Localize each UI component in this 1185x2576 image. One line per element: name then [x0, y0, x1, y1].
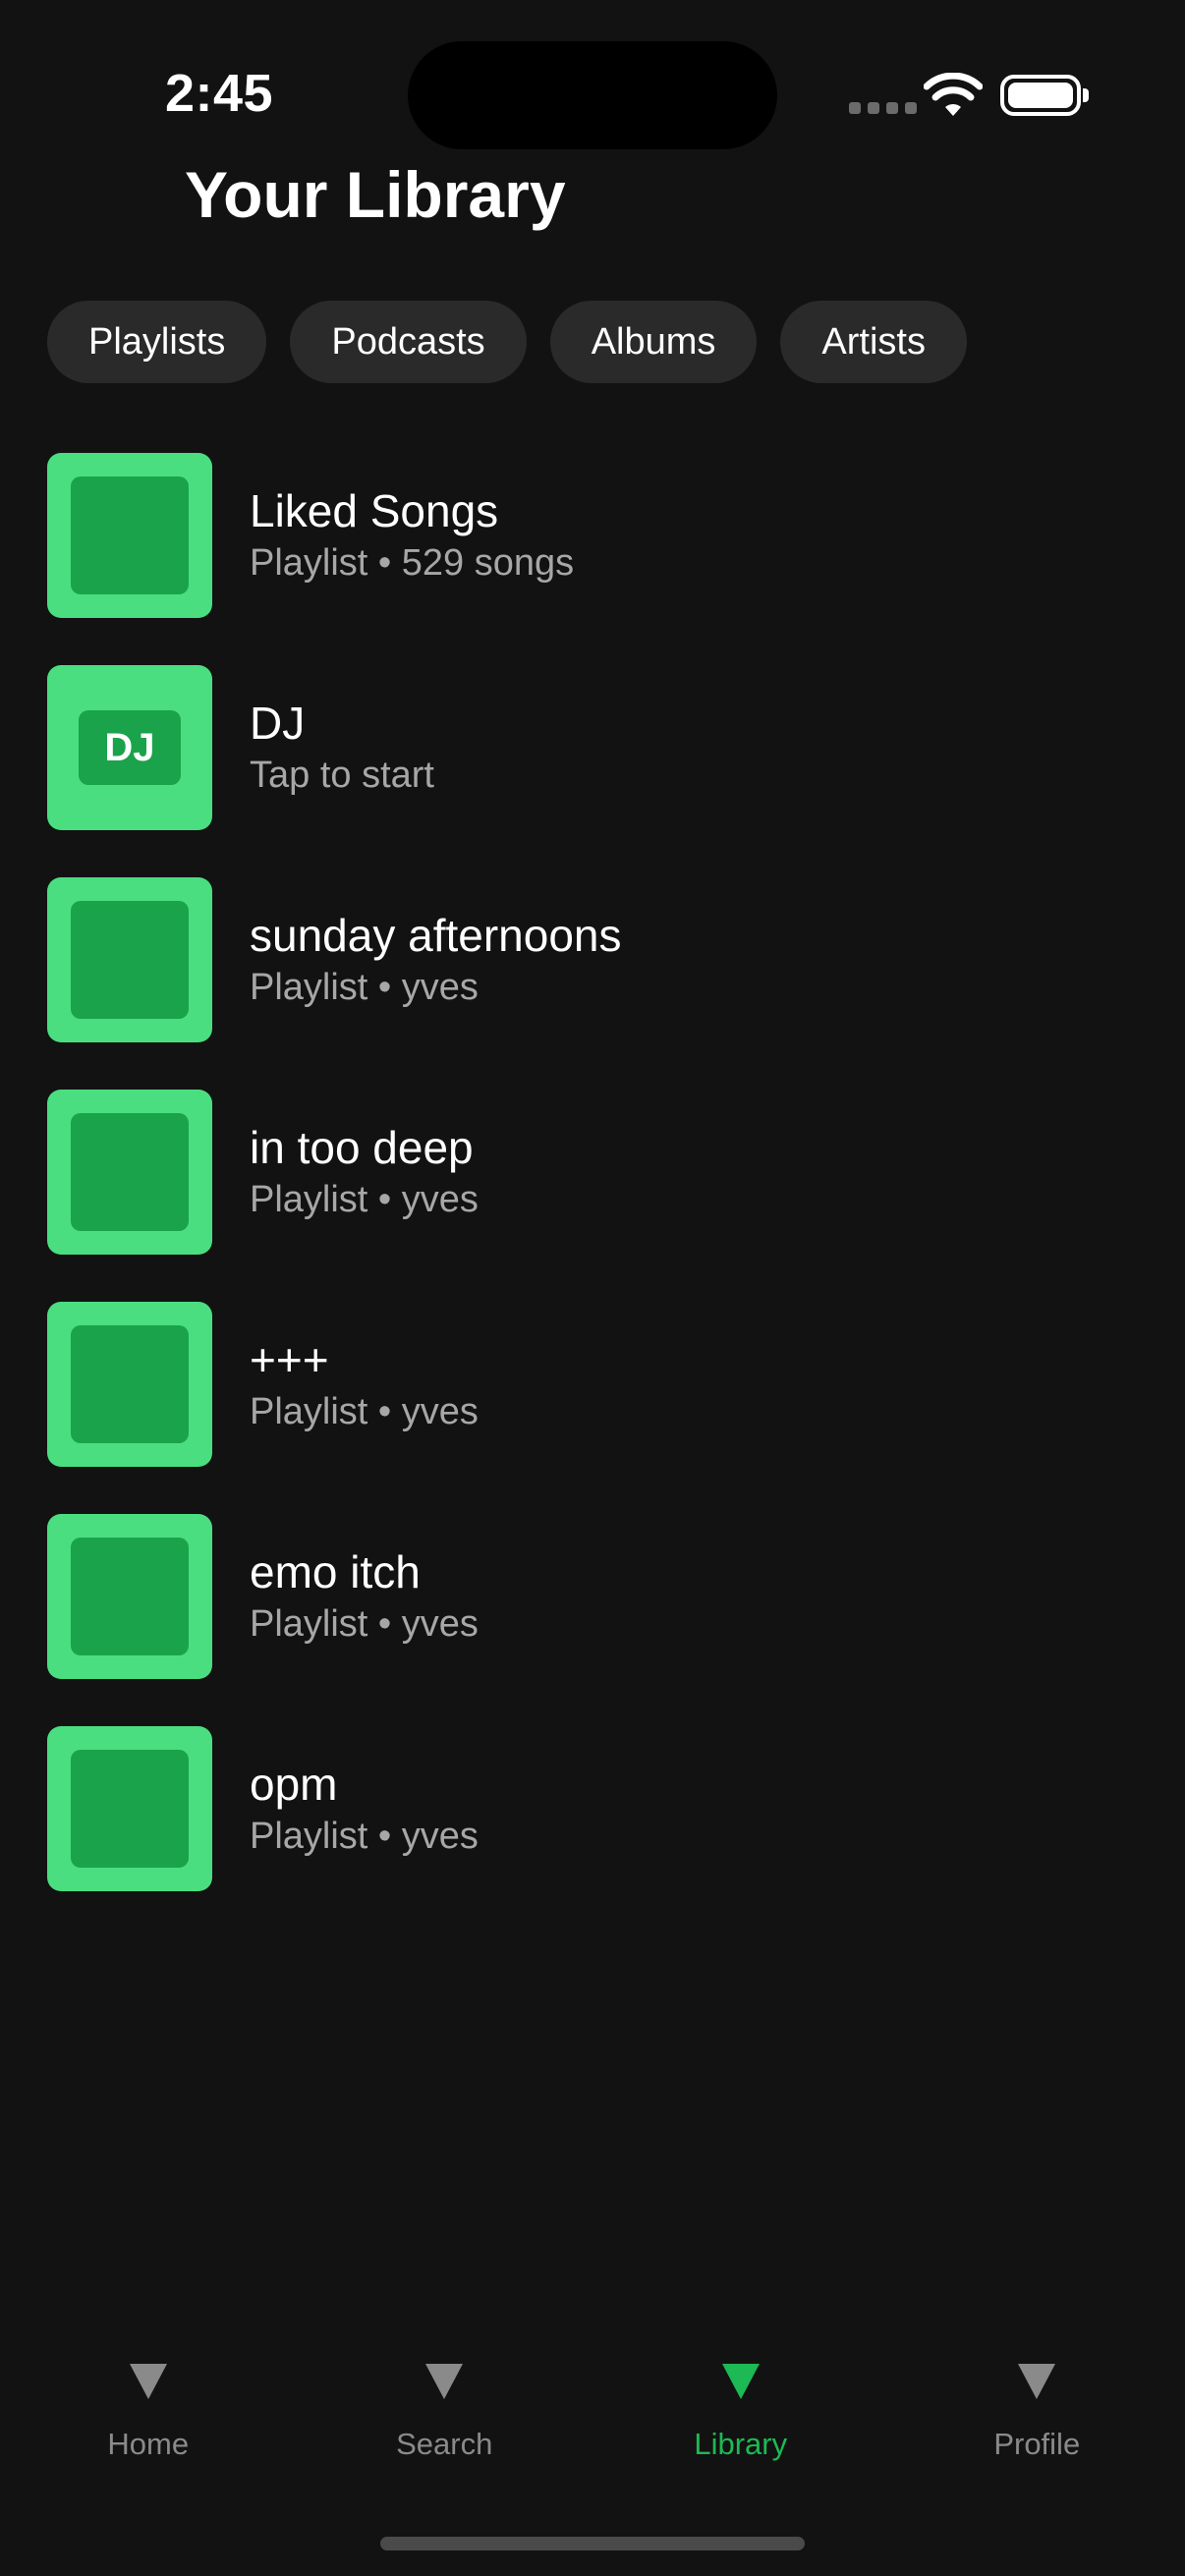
- item-subtitle: Playlist • yves: [250, 1391, 479, 1432]
- item-subtitle: Playlist • yves: [250, 967, 479, 1008]
- list-item-opm[interactable]: opm Playlist • yves: [47, 1726, 1138, 1891]
- filter-chip-playlists[interactable]: Playlists: [47, 301, 267, 383]
- item-title: opm: [250, 1759, 338, 1810]
- filter-chip-albums[interactable]: Albums: [549, 301, 758, 383]
- filter-chip-artists[interactable]: Artists: [780, 301, 967, 383]
- home-indicator: [380, 2537, 805, 2550]
- search-icon: [425, 2364, 464, 2399]
- item-title: +++: [250, 1334, 329, 1385]
- tab-label: Library: [694, 2427, 788, 2461]
- list-item-liked-songs[interactable]: Liked Songs Playlist • 529 songs: [47, 453, 1138, 618]
- status-time: 2:45: [165, 64, 274, 123]
- list-item-in-too-deep[interactable]: in too deep Playlist • yves: [47, 1090, 1138, 1255]
- item-subtitle: Playlist • yves: [250, 1816, 479, 1857]
- status-bar: 2:45: [0, 0, 1185, 187]
- page-title: Your Library: [185, 158, 566, 231]
- profile-icon: [1018, 2364, 1056, 2399]
- item-title: DJ: [250, 698, 306, 749]
- library-icon: [721, 2364, 760, 2399]
- battery-icon: [1000, 75, 1089, 116]
- item-subtitle: Playlist • yves: [250, 1179, 479, 1220]
- item-subtitle: Playlist • yves: [250, 1603, 479, 1645]
- cover-art: DJ: [47, 665, 212, 830]
- wifi-icon: [924, 73, 983, 116]
- list-item-dj[interactable]: DJ DJ Tap to start: [47, 665, 1138, 830]
- cover-art: [47, 1090, 212, 1255]
- dynamic-island: [408, 41, 777, 149]
- filter-chips: Playlists Podcasts Albums Artists: [47, 301, 967, 383]
- item-subtitle: Playlist • 529 songs: [250, 542, 575, 584]
- home-icon: [129, 2364, 167, 2399]
- tab-label: Home: [107, 2427, 190, 2461]
- list-item-sunday-afternoons[interactable]: sunday afternoons Playlist • yves: [47, 877, 1138, 1042]
- list-item-emo-itch[interactable]: emo itch Playlist • yves: [47, 1514, 1138, 1679]
- tab-label: Search: [396, 2427, 493, 2461]
- tab-library[interactable]: Library: [592, 2338, 889, 2495]
- item-title: Liked Songs: [250, 485, 499, 536]
- cover-art: [47, 453, 212, 618]
- cover-art: [47, 1514, 212, 1679]
- dj-badge: DJ: [79, 710, 181, 785]
- tab-bar: Home Search Library Profile: [0, 2338, 1185, 2495]
- tab-label: Profile: [993, 2427, 1081, 2461]
- cover-art: [47, 1726, 212, 1891]
- filter-chip-podcasts[interactable]: Podcasts: [290, 301, 527, 383]
- tab-profile[interactable]: Profile: [889, 2338, 1185, 2495]
- cover-art: [47, 877, 212, 1042]
- cover-art: [47, 1302, 212, 1467]
- item-title: emo itch: [250, 1546, 421, 1597]
- item-subtitle: Tap to start: [250, 755, 434, 796]
- item-title: sunday afternoons: [250, 910, 622, 961]
- tab-search[interactable]: Search: [297, 2338, 593, 2495]
- library-list: Liked Songs Playlist • 529 songs DJ DJ T…: [47, 453, 1138, 1938]
- list-item-plus-plus-plus[interactable]: +++ Playlist • yves: [47, 1302, 1138, 1467]
- signal-icon: [849, 102, 917, 114]
- item-title: in too deep: [250, 1122, 474, 1173]
- tab-home[interactable]: Home: [0, 2338, 297, 2495]
